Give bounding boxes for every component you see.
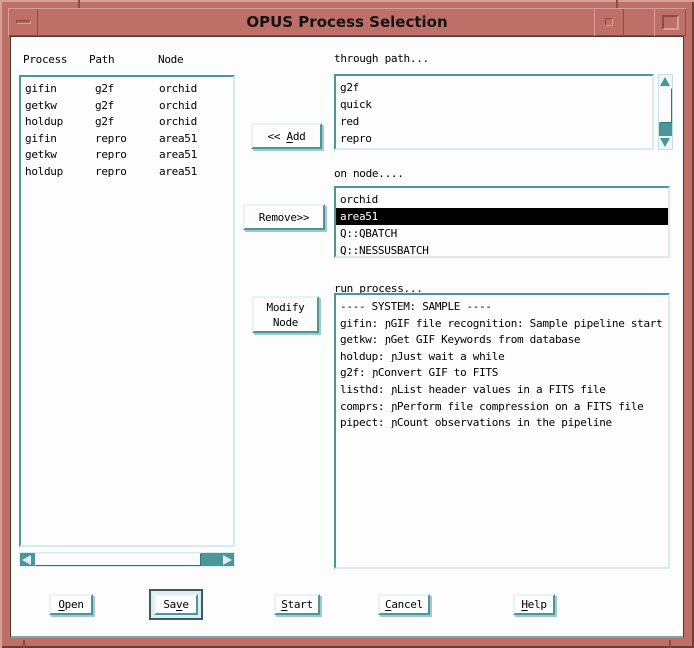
through-path-label: through path...	[334, 52, 429, 65]
remove-button[interactable]: Remove>>	[243, 204, 325, 230]
scroll-right-button[interactable]	[219, 553, 234, 566]
node-item[interactable]: Q::NESSUSBATCH	[336, 242, 668, 258]
minimize-button[interactable]	[594, 8, 624, 36]
run-process-item[interactable]: pipect: ɲCount observations in the pipel…	[336, 415, 668, 432]
path-item[interactable]: g2f	[336, 79, 652, 96]
client-area: Process Path Node gifin g2f orchid getkw…	[10, 36, 684, 638]
horizontal-scrollbar[interactable]	[19, 552, 235, 567]
save-default-ring: Save	[149, 589, 203, 620]
vertical-scroll-trough[interactable]	[659, 123, 672, 137]
run-process-list[interactable]: ---- SYSTEM: SAMPLE ---- gifin: ɲGIF fil…	[334, 293, 670, 569]
modify-node-button[interactable]: ModifyNode	[252, 296, 319, 333]
frame-notch	[616, 0, 618, 8]
window-title: OPUS Process Selection	[8, 13, 686, 31]
process-row[interactable]: getkw g2f orchid	[21, 98, 233, 115]
vertical-scroll-thumb[interactable]	[659, 88, 672, 123]
through-path-list[interactable]: g2f quick red repro	[334, 74, 654, 150]
scroll-down-button[interactable]	[659, 136, 672, 149]
node-item[interactable]: Q::QBATCH	[336, 225, 668, 242]
scroll-up-icon	[660, 77, 670, 86]
run-process-item[interactable]: getkw: ɲGet GIF Keywords from database	[336, 332, 668, 349]
open-button[interactable]: Open	[49, 594, 93, 615]
process-row[interactable]: getkw repro area51	[21, 147, 233, 164]
process-row[interactable]: holdup repro area51	[21, 164, 233, 181]
horizontal-scroll-thumb[interactable]	[35, 553, 201, 566]
frame-notch	[23, 640, 25, 648]
scroll-down-icon	[660, 138, 670, 147]
minimize-icon	[605, 18, 613, 26]
run-process-item[interactable]: gifin: ɲGIF file recognition: Sample pip…	[336, 316, 668, 333]
node-item-selected[interactable]: area51	[336, 208, 668, 225]
run-process-item[interactable]: holdup: ɲJust wait a while	[336, 349, 668, 366]
horizontal-scroll-trough[interactable]	[201, 553, 219, 566]
scroll-right-icon	[223, 555, 232, 565]
column-header-process: Process	[23, 53, 67, 66]
start-button[interactable]: Start	[274, 594, 320, 615]
frame-notch	[78, 0, 80, 8]
process-row[interactable]: holdup g2f orchid	[21, 114, 233, 131]
process-list[interactable]: gifin g2f orchid getkw g2f orchid holdup…	[19, 75, 235, 547]
column-header-path: Path	[89, 53, 114, 66]
run-process-item[interactable]: ---- SYSTEM: SAMPLE ----	[336, 299, 668, 316]
vertical-scrollbar[interactable]	[658, 74, 673, 150]
help-button[interactable]: Help	[513, 594, 555, 615]
titlebar[interactable]: OPUS Process Selection	[8, 8, 686, 36]
frame-notch	[669, 640, 671, 648]
on-node-list[interactable]: orchid area51 Q::QBATCH Q::NESSUSBATCH	[334, 186, 670, 258]
add-button[interactable]: << Add	[251, 123, 322, 149]
run-process-item[interactable]: g2f: ɲConvert GIF to FITS	[336, 365, 668, 382]
scroll-left-icon	[22, 555, 31, 565]
process-row[interactable]: gifin g2f orchid	[21, 81, 233, 98]
scroll-left-button[interactable]	[20, 553, 35, 566]
path-item[interactable]: repro	[336, 130, 652, 147]
scroll-up-button[interactable]	[659, 75, 672, 88]
maximize-button[interactable]	[654, 8, 686, 36]
maximize-icon	[662, 15, 679, 30]
on-node-label: on node....	[334, 167, 404, 180]
process-row[interactable]: gifin repro area51	[21, 131, 233, 148]
node-item[interactable]: orchid	[336, 191, 668, 208]
path-item[interactable]: quick	[336, 96, 652, 113]
cancel-button[interactable]: Cancel	[378, 594, 430, 615]
column-header-node: Node	[158, 53, 183, 66]
save-button[interactable]: Save	[154, 594, 198, 615]
run-process-item[interactable]: listhd: ɲList header values in a FITS fi…	[336, 382, 668, 399]
path-item[interactable]: red	[336, 113, 652, 130]
run-process-item[interactable]: comprs: ɲPerform file compression on a F…	[336, 399, 668, 416]
